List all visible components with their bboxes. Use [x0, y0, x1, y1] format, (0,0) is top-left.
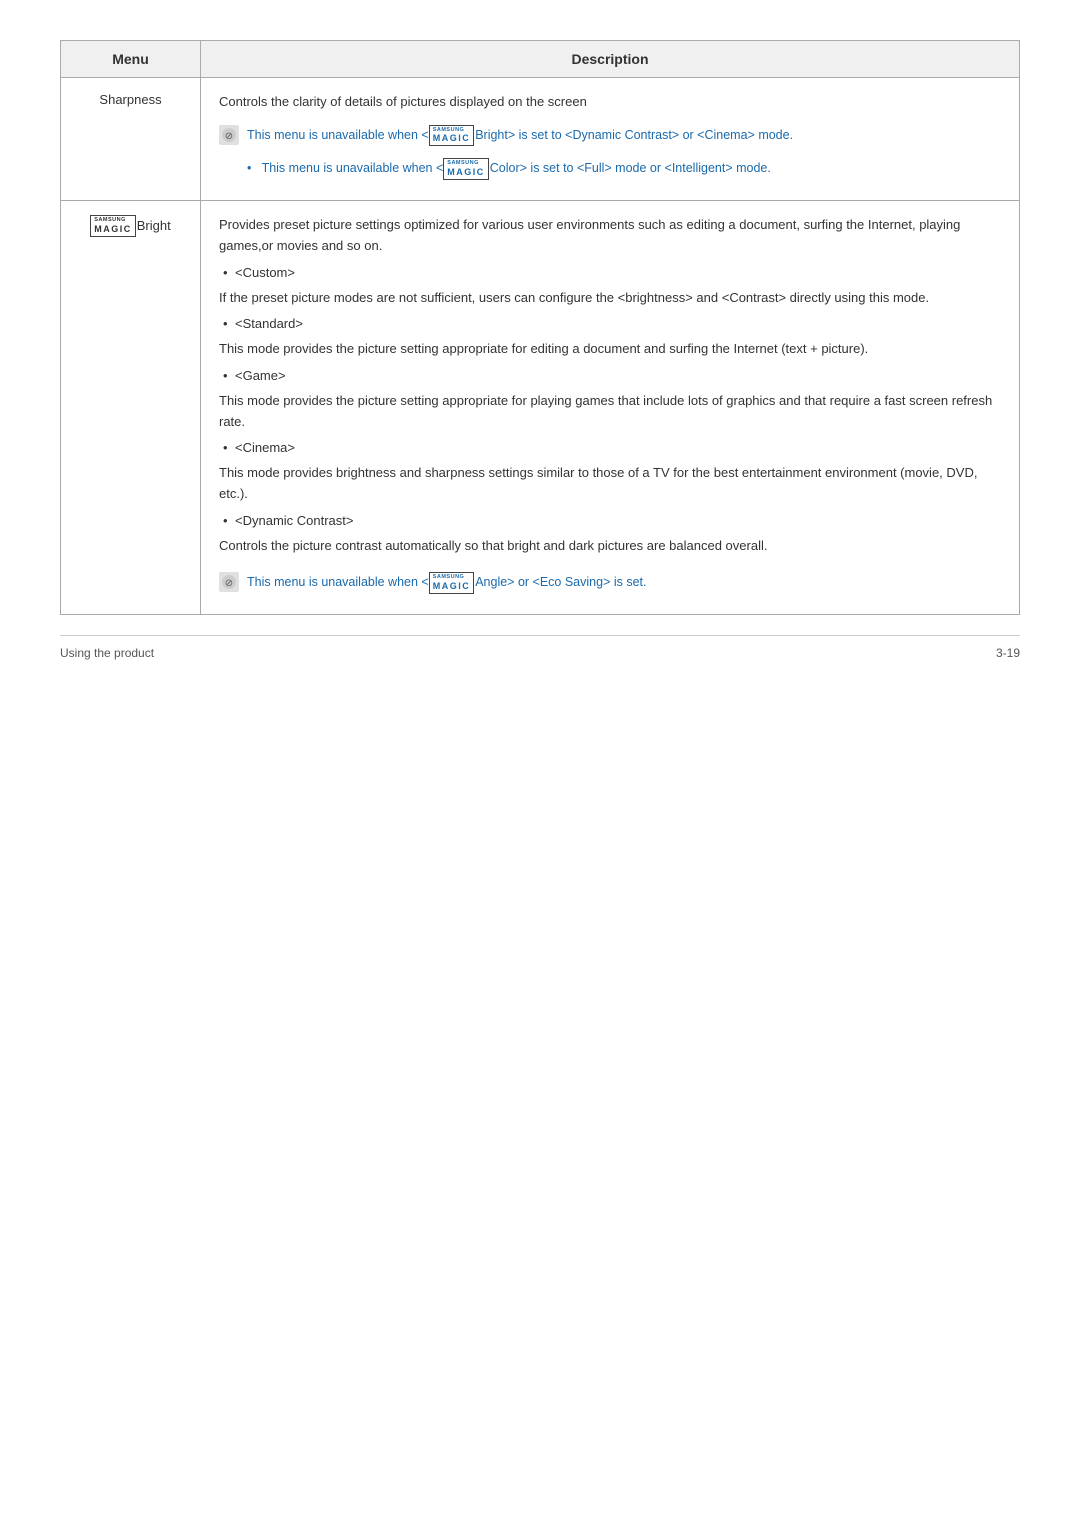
magic-bright-combined: SAMSUNG MAGIC Bright [90, 215, 170, 236]
magic-bright-warning: ⊘ This menu is unavailable when <SAMSUNG… [219, 566, 1001, 599]
desc-magic-bright: Provides preset picture settings optimiz… [201, 201, 1020, 615]
magic-block-inline: SAMSUNGMAGIC [429, 125, 475, 146]
list-item-dynamic-contrast: <Dynamic Contrast> [219, 511, 1001, 532]
list-item-standard: <Standard> [219, 314, 1001, 335]
menu-sharpness: Sharpness [61, 78, 201, 201]
page-content: Menu Description Sharpness Controls the … [60, 40, 1020, 670]
list-item-cinema: <Cinema> [219, 438, 1001, 459]
header-description: Description [201, 41, 1020, 78]
footer: Using the product 3-19 [60, 635, 1020, 670]
item-custom-label: <Custom> [235, 265, 295, 280]
svg-text:⊘: ⊘ [225, 578, 233, 589]
sharpness-intro: Controls the clarity of details of pictu… [219, 92, 1001, 113]
magic-bright-menu-label: SAMSUNG MAGIC Bright [79, 215, 182, 236]
list-item-custom: <Custom> [219, 263, 1001, 284]
main-table: Menu Description Sharpness Controls the … [60, 40, 1020, 615]
item-standard-desc: This mode provides the picture setting a… [219, 339, 1001, 360]
menu-magic-bright: SAMSUNG MAGIC Bright [61, 201, 201, 615]
menu-label: Sharpness [99, 92, 161, 107]
footer-left: Using the product [60, 646, 154, 660]
bright-text: Bright [137, 218, 171, 233]
item-dynamic-desc: Controls the picture contrast automatica… [219, 536, 1001, 557]
magic-block-inline-3: SAMSUNGMAGIC [429, 572, 475, 593]
item-custom-desc: If the preset picture modes are not suff… [219, 288, 1001, 309]
sharpness-warning-1-text: This menu is unavailable when <SAMSUNGMA… [247, 125, 793, 146]
item-standard-label: <Standard> [235, 316, 303, 331]
table-row: Sharpness Controls the clarity of detail… [61, 78, 1020, 201]
warning-icon-1: ⊘ [219, 125, 239, 145]
svg-text:⊘: ⊘ [225, 131, 233, 142]
warning-icon-2 [219, 160, 239, 180]
magic-bright-list: <Custom> [219, 263, 1001, 284]
item-cinema-label: <Cinema> [235, 440, 295, 455]
item-cinema-desc: This mode provides brightness and sharpn… [219, 463, 1001, 505]
samsung-magic-block-menu: SAMSUNG MAGIC [90, 215, 136, 236]
item-game-desc: This mode provides the picture setting a… [219, 391, 1001, 433]
sharpness-warning-2-text: • This menu is unavailable when <SAMSUNG… [247, 158, 771, 179]
footer-right: 3-19 [996, 646, 1020, 660]
list-dynamic-contrast: <Dynamic Contrast> [219, 511, 1001, 532]
desc-sharpness: Controls the clarity of details of pictu… [201, 78, 1020, 201]
magic-bright-intro: Provides preset picture settings optimiz… [219, 215, 1001, 257]
list-game: <Game> [219, 366, 1001, 387]
header-menu: Menu [61, 41, 201, 78]
warning-icon-magic-bright: ⊘ [219, 572, 239, 592]
list-cinema: <Cinema> [219, 438, 1001, 459]
magic-block-inline-2: SAMSUNGMAGIC [443, 158, 489, 179]
sharpness-warning-2: • This menu is unavailable when <SAMSUNG… [219, 152, 1001, 186]
list-item-game: <Game> [219, 366, 1001, 387]
table-row: SAMSUNG MAGIC Bright Provides preset pic… [61, 201, 1020, 615]
item-game-label: <Game> [235, 368, 286, 383]
magic-bright-warning-text: This menu is unavailable when <SAMSUNGMA… [247, 572, 647, 593]
item-dynamic-label: <Dynamic Contrast> [235, 513, 354, 528]
sharpness-warning-1: ⊘ This menu is unavailable when <SAMSUNG… [219, 119, 1001, 152]
list-standard: <Standard> [219, 314, 1001, 335]
